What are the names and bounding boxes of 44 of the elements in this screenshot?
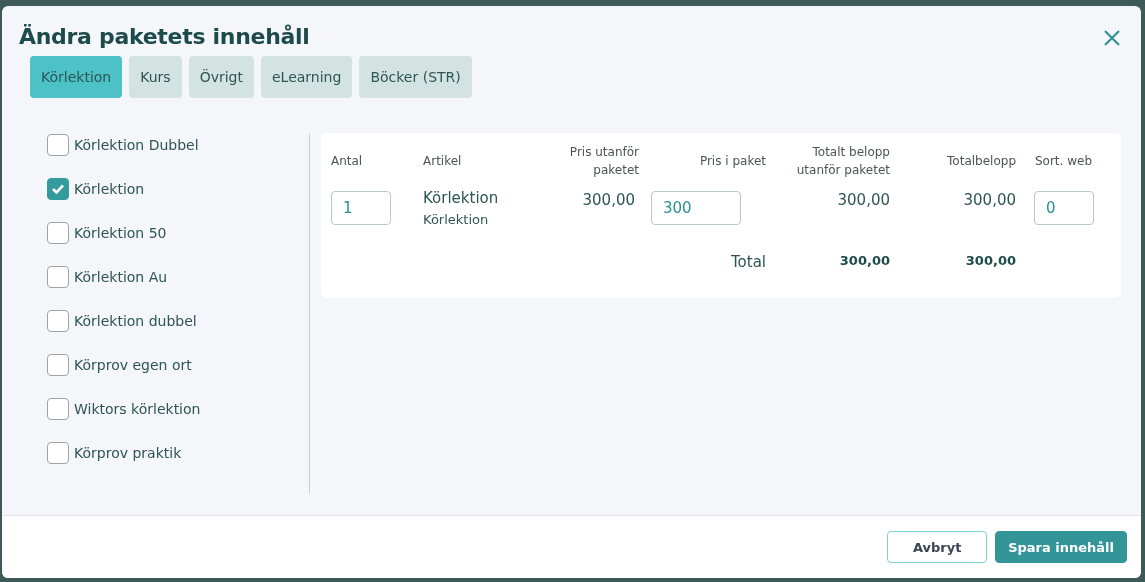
total-value: 300,00	[965, 253, 1016, 268]
checkbox[interactable]	[47, 222, 69, 244]
checkbox-label: Körlektion dubbel	[74, 313, 197, 329]
sort-input[interactable]: 0	[1034, 191, 1094, 225]
table-cell-text: 300,00	[837, 191, 890, 211]
checkbox[interactable]	[47, 134, 69, 156]
category-tab[interactable]: Körlektion	[30, 56, 123, 98]
checkbox-label: Körlektion	[74, 181, 145, 197]
column-header: Artikel	[423, 153, 463, 170]
checkbox[interactable]	[47, 310, 69, 332]
dialog-title: Ändra paketets innehåll	[19, 24, 310, 49]
checkmark-icon	[51, 183, 65, 195]
checkbox[interactable]	[47, 354, 69, 376]
category-tab[interactable]: eLearning	[260, 56, 353, 98]
table-cell-text: 300,00	[582, 191, 635, 211]
total-value: 300,00	[839, 253, 890, 268]
save-button[interactable]: Spara innehåll	[995, 531, 1127, 563]
price-input[interactable]: 300	[651, 191, 741, 225]
checkbox[interactable]	[47, 266, 69, 288]
checkbox[interactable]	[47, 442, 69, 464]
column-header: Antal	[331, 153, 364, 170]
category-tab[interactable]: Övrigt	[188, 56, 254, 98]
checkbox[interactable]	[47, 178, 69, 200]
checkbox[interactable]	[47, 398, 69, 420]
checkbox-label: Wiktors körlektion	[74, 401, 201, 417]
column-header: Pris i paket	[698, 153, 766, 170]
checkbox-label: Körlektion Dubbel	[74, 137, 199, 153]
checkbox-label: Körlektion Au	[74, 269, 168, 285]
checkbox-label: Körprov praktik	[74, 445, 182, 461]
quantity-input[interactable]: 1	[331, 191, 391, 225]
column-header: Totalbelopp	[946, 153, 1016, 170]
cancel-button[interactable]: Avbryt	[887, 531, 988, 563]
table-cell-text: 300,00	[963, 191, 1016, 211]
column-header: Sort. web	[1033, 153, 1093, 170]
category-tab[interactable]: Böcker (STR)	[359, 56, 472, 98]
column-header: Totalt belopp utanför paketet	[795, 144, 890, 179]
category-tab[interactable]: Kurs	[129, 56, 182, 98]
checkbox-label: Körlektion 50	[74, 225, 167, 241]
article-name: Körlektion	[423, 189, 500, 207]
article-subtitle: Körlektion	[423, 212, 490, 227]
column-header: Pris utanför paketet	[568, 144, 639, 179]
checkbox-label: Körprov egen ort	[74, 357, 192, 373]
close-icon[interactable]	[1103, 28, 1121, 47]
total-label: Total	[730, 253, 766, 271]
